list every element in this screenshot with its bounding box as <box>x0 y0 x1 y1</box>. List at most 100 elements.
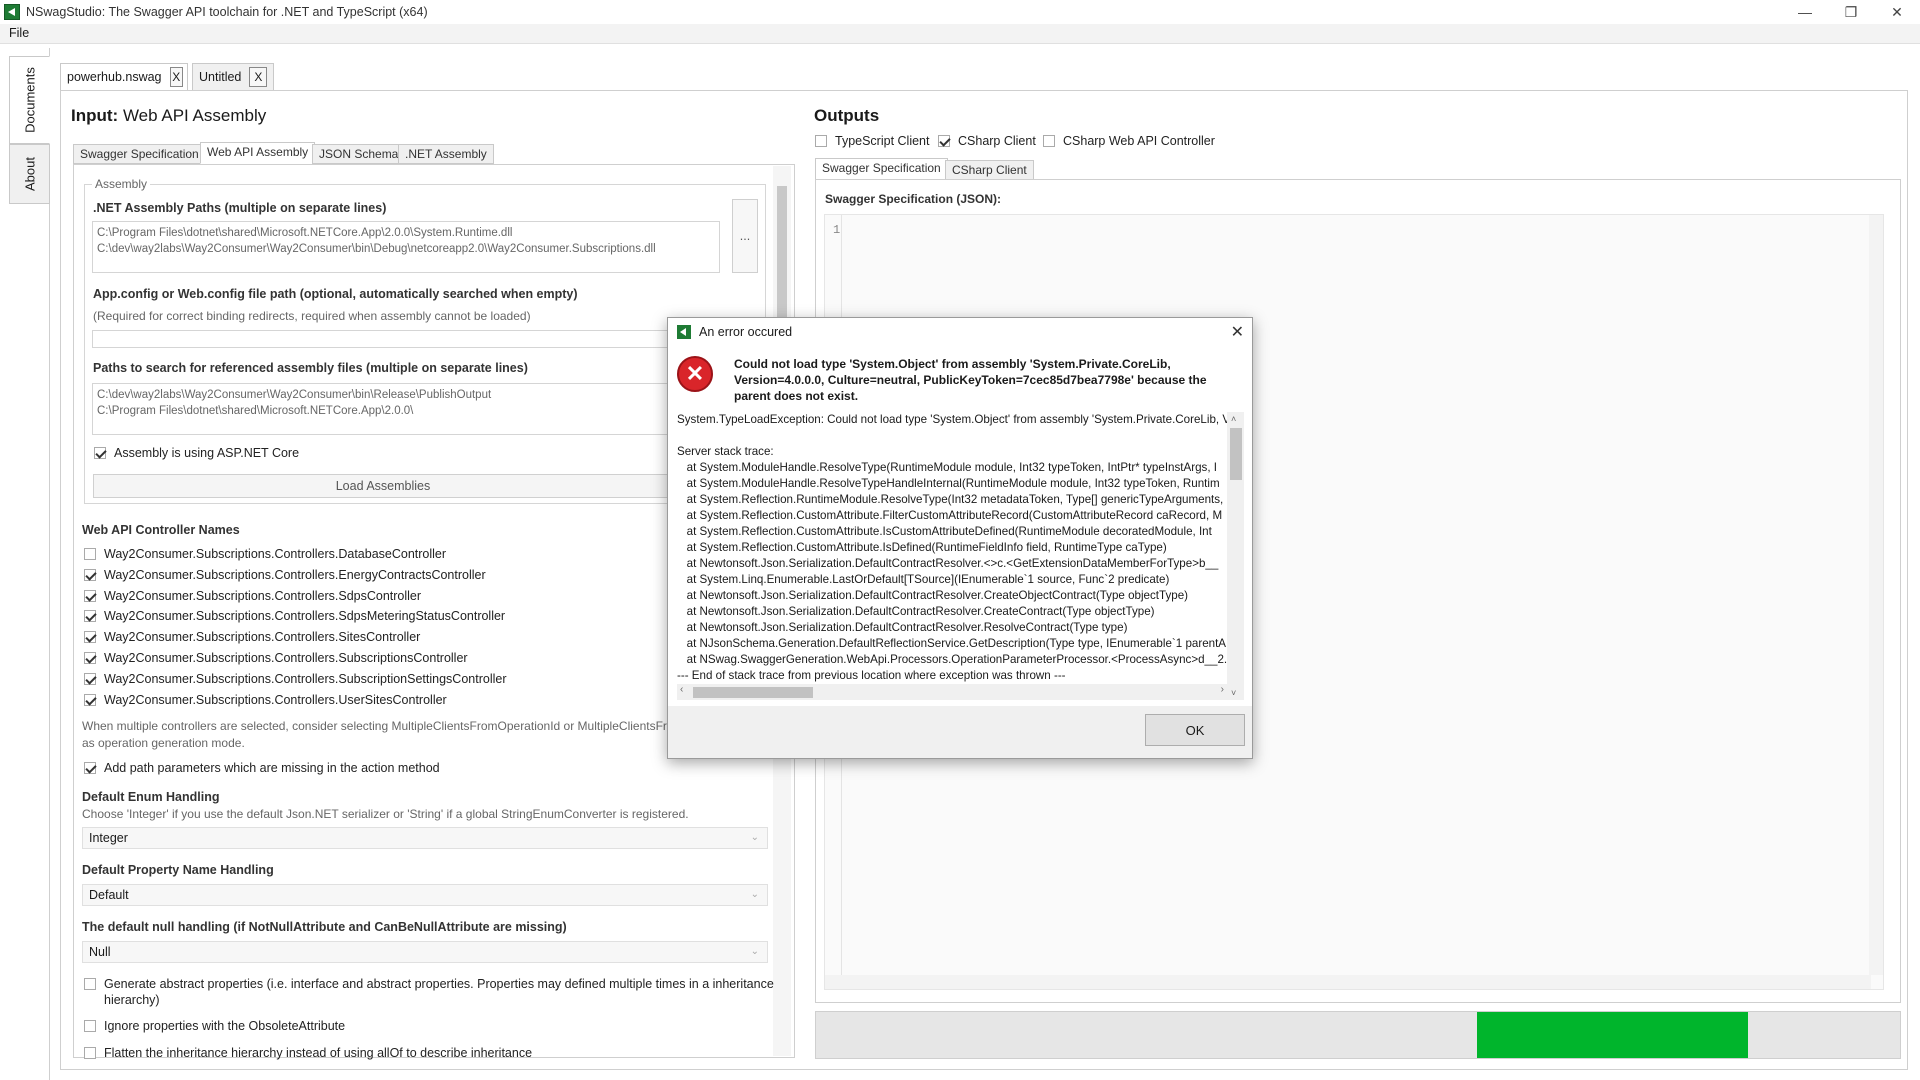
controller-label: Way2Consumer.Subscriptions.Controllers.D… <box>104 547 447 561</box>
enum-handling-label: Default Enum Handling <box>82 790 220 804</box>
flatten-inheritance-checkbox[interactable] <box>84 1047 96 1059</box>
controller-label: Way2Consumer.Subscriptions.Controllers.U… <box>104 692 447 707</box>
aspnet-core-checkbox[interactable] <box>94 447 106 459</box>
stack-trace-line: at Newtonsoft.Json.Serialization.Default… <box>677 557 1219 570</box>
ok-button[interactable]: OK <box>1145 714 1245 746</box>
assembly-path-line: C:\dev\way2labs\Way2Consumer\Way2Consume… <box>97 243 656 255</box>
stack-trace-horizontal-scrollbar[interactable]: ‹ › <box>677 684 1227 700</box>
controller-checkbox[interactable] <box>84 652 96 664</box>
controller-label: Way2Consumer.Subscriptions.Controllers.E… <box>104 567 486 582</box>
abstract-properties-checkbox[interactable] <box>84 978 96 990</box>
controller-label: Way2Consumer.Subscriptions.Controllers.S… <box>104 630 421 645</box>
flatten-inheritance-label: Flatten the inheritance hierarchy instea… <box>104 1046 533 1060</box>
assembly-paths-input[interactable]: C:\Program Files\dotnet\shared\Microsoft… <box>92 221 720 273</box>
enum-handling-hint: Choose 'Integer' if you use the default … <box>82 807 689 821</box>
abstract-properties-label: Generate abstract properties (i.e. inter… <box>104 977 774 1007</box>
close-icon[interactable]: ✕ <box>1231 322 1244 342</box>
dialog-title: An error occured <box>699 325 793 339</box>
scrollbar-thumb[interactable] <box>693 687 813 698</box>
controller-checkbox[interactable] <box>84 672 96 685</box>
load-assemblies-button[interactable]: Load Assemblies <box>93 474 673 498</box>
stack-trace-text[interactable]: System.TypeLoadException: Could not load… <box>677 412 1237 684</box>
reference-path-line: C:\dev\way2labs\Way2Consumer\Way2Consume… <box>97 389 492 401</box>
browse-button[interactable]: ... <box>732 199 758 273</box>
close-window-button[interactable]: ✕ <box>1874 0 1920 24</box>
controller-checkbox[interactable] <box>84 548 96 560</box>
controller-checkbox[interactable] <box>84 631 96 644</box>
tab-web-api-assembly[interactable]: Web API Assembly <box>200 142 316 164</box>
enum-handling-select[interactable]: Integer ⌄ <box>82 827 768 849</box>
property-name-select[interactable]: Default ⌄ <box>82 884 768 906</box>
stack-trace-line: at System.Linq.Enumerable.LastOrDefault[… <box>677 573 1170 586</box>
controller-label: Way2Consumer.Subscriptions.Controllers.S… <box>104 588 422 603</box>
stack-trace-line: System.TypeLoadException: Could not load… <box>677 413 1231 426</box>
property-name-label: Default Property Name Handling <box>82 863 274 877</box>
tab-json-schema[interactable]: JSON Schema <box>312 144 406 164</box>
scrollbar-thumb[interactable] <box>1230 428 1242 480</box>
stack-trace-line: --- End of stack trace from previous loc… <box>677 669 1066 682</box>
doc-tab-powerhub[interactable]: powerhub.nswag X <box>60 63 188 91</box>
tab-documents[interactable]: Documents <box>9 56 50 144</box>
controller-item[interactable]: Way2Consumer.Subscriptions.Controllers.U… <box>84 693 447 707</box>
swagger-json-label: Swagger Specification (JSON): <box>825 192 1002 206</box>
minimize-button[interactable]: — <box>1782 0 1828 24</box>
controller-item[interactable]: Way2Consumer.Subscriptions.Controllers.S… <box>84 630 420 644</box>
abstract-properties-option[interactable]: Generate abstract properties (i.e. inter… <box>84 976 774 1008</box>
output-tab-csharp-client[interactable]: CSharp Client <box>945 160 1034 180</box>
close-tab-button[interactable]: X <box>169 67 183 87</box>
error-dialog: An error occured ✕ ✕ Could not load type… <box>667 317 1253 759</box>
scroll-up-icon[interactable]: ˄ <box>1231 414 1236 424</box>
csharp-client-option[interactable]: CSharp Client <box>938 134 1036 148</box>
controller-item[interactable]: Way2Consumer.Subscriptions.Controllers.E… <box>84 568 486 582</box>
typescript-client-option[interactable]: TypeScript Client <box>815 134 929 148</box>
controller-item[interactable]: Way2Consumer.Subscriptions.Controllers.S… <box>84 651 468 665</box>
input-scrollbar-thumb[interactable] <box>777 186 787 326</box>
controller-label: Way2Consumer.Subscriptions.Controllers.S… <box>104 651 468 665</box>
csharp-controller-checkbox[interactable] <box>1043 135 1055 147</box>
controller-item[interactable]: Way2Consumer.Subscriptions.Controllers.S… <box>84 672 507 686</box>
stack-trace-line: at System.Reflection.RuntimeModule.Resol… <box>677 493 1224 506</box>
scroll-down-icon[interactable]: ˅ <box>1231 688 1236 698</box>
close-tab-button[interactable]: X <box>249 67 268 87</box>
csharp-controller-option[interactable]: CSharp Web API Controller <box>1043 134 1215 148</box>
controller-names-label: Web API Controller Names <box>82 523 240 537</box>
controller-checkbox[interactable] <box>84 568 96 581</box>
output-tab-swagger-specification[interactable]: Swagger Specification <box>815 158 948 180</box>
restore-button[interactable]: ❐ <box>1828 0 1874 24</box>
typescript-client-checkbox[interactable] <box>815 135 827 147</box>
typescript-client-label: TypeScript Client <box>835 134 930 148</box>
stack-trace-line: at System.Reflection.CustomAttribute.IsC… <box>677 525 1212 538</box>
controller-checkbox[interactable] <box>84 693 96 706</box>
editor-line-number: 1 <box>833 223 841 237</box>
stack-trace-line: at System.Reflection.CustomAttribute.Fil… <box>677 509 1223 522</box>
tab-about-label: About <box>22 157 37 191</box>
flatten-inheritance-option[interactable]: Flatten the inheritance hierarchy instea… <box>84 1046 532 1060</box>
reference-paths-input[interactable]: C:\dev\way2labs\Way2Consumer\Way2Consume… <box>92 383 672 435</box>
controller-item[interactable]: Way2Consumer.Subscriptions.Controllers.D… <box>84 547 446 561</box>
tab-net-assembly[interactable]: .NET Assembly <box>398 144 494 164</box>
ignore-obsolete-checkbox[interactable] <box>84 1020 96 1032</box>
tab-about[interactable]: About <box>9 144 50 204</box>
add-path-params-checkbox[interactable] <box>84 762 96 774</box>
add-path-params-option[interactable]: Add path parameters which are missing in… <box>84 761 440 775</box>
aspnet-core-option[interactable]: Assembly is using ASP.NET Core <box>94 446 299 460</box>
error-message: Could not load type 'System.Object' from… <box>734 357 1207 403</box>
doc-tab-untitled[interactable]: Untitled X <box>192 63 274 91</box>
null-handling-select[interactable]: Null ⌄ <box>82 941 768 963</box>
config-path-input[interactable] <box>92 330 672 348</box>
stack-trace-vertical-scrollbar[interactable]: ˄ ˅ <box>1227 412 1244 700</box>
controller-checkbox[interactable] <box>84 589 96 602</box>
editor-horizontal-scrollbar[interactable] <box>825 975 1871 989</box>
editor-vertical-scrollbar[interactable] <box>1869 215 1883 975</box>
tab-swagger-specification[interactable]: Swagger Specification <box>73 144 206 164</box>
scroll-right-icon[interactable]: › <box>1221 684 1224 695</box>
controller-checkbox[interactable] <box>84 610 96 623</box>
dialog-footer: OK <box>668 706 1252 758</box>
controller-item[interactable]: Way2Consumer.Subscriptions.Controllers.S… <box>84 589 421 603</box>
menu-file[interactable]: File <box>9 26 29 40</box>
ignore-obsolete-option[interactable]: Ignore properties with the ObsoleteAttri… <box>84 1019 345 1033</box>
controller-item[interactable]: Way2Consumer.Subscriptions.Controllers.S… <box>84 609 505 623</box>
outputs-heading: Outputs <box>814 106 880 125</box>
scroll-left-icon[interactable]: ‹ <box>680 684 683 695</box>
csharp-client-checkbox[interactable] <box>938 135 950 147</box>
